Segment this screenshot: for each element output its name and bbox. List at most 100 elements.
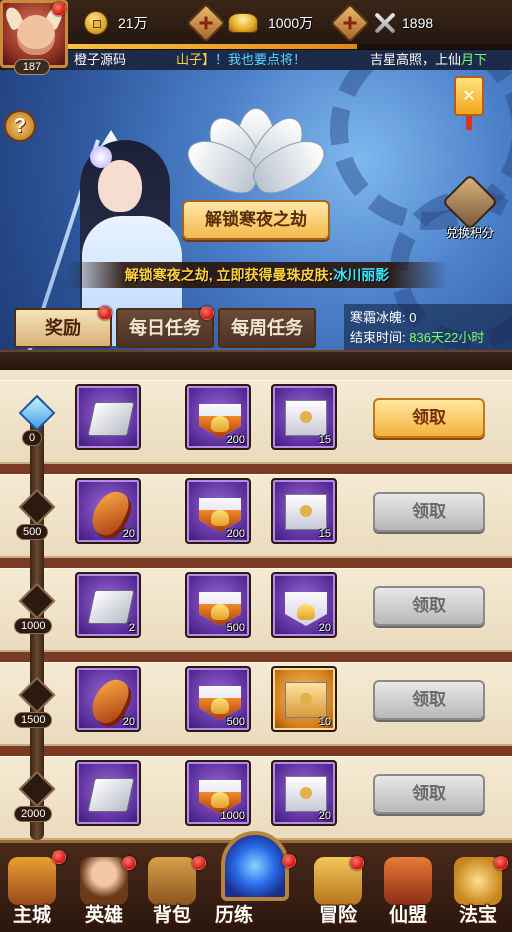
tab-weekly-tasks[interactable]: 每周任务 (218, 308, 316, 348)
event-info: 寒霜冰魄: 0 结束时间: 836天22小时 (344, 304, 512, 350)
unlock-event-button[interactable]: 解锁寒夜之劫 (182, 200, 330, 240)
exp-bar-fill (68, 44, 357, 49)
reward-item-silver-ingot[interactable] (75, 760, 141, 826)
tab-daily-notification-dot (200, 306, 214, 320)
broadcast-marquee-2: 吉星高照，上仙月下 (370, 50, 487, 70)
nav-main-city-notification-dot (52, 850, 66, 864)
add-gold-button[interactable] (330, 3, 370, 43)
reward-item-envelope[interactable]: 15 (271, 478, 337, 544)
envelope-icon (285, 494, 327, 530)
name-bar: 橙子源码 山子】！我也要点将！ 吉星高照，上仙月下 (68, 50, 512, 70)
nav-alliance[interactable]: 仙盟 (376, 847, 440, 932)
item-count: 200 (226, 528, 245, 540)
item-count: 20 (318, 810, 331, 822)
player-level: 187 (14, 59, 50, 75)
milestone-label: 1500 (14, 712, 53, 728)
gold-pouch-icon (199, 498, 241, 532)
envelope-icon (285, 592, 327, 626)
broadcast-marquee: 山子】！我也要点将！ (176, 50, 306, 70)
pavilion-icon (384, 857, 432, 905)
avatar-face (17, 15, 55, 55)
gold-value: 1000万 (268, 15, 314, 31)
nav-label: 冒险 (318, 905, 357, 926)
item-count: 20 (318, 622, 331, 634)
nav-training[interactable]: 历练 (215, 817, 295, 932)
claim-button[interactable]: 领取 (373, 398, 485, 438)
copper-resource: 21万 (84, 9, 148, 37)
reward-item-gold-pouch[interactable]: 500 (185, 572, 251, 638)
marquee-part1: 山子】 (176, 52, 216, 67)
item-count: 20 (122, 716, 135, 728)
reward-item-gold-pouch[interactable]: 200 (185, 384, 251, 450)
hero-portrait-icon (80, 857, 128, 905)
nav-adventure-notification-dot (350, 856, 364, 870)
add-copper-button[interactable] (186, 3, 226, 43)
reward-item-silver-ingot[interactable] (75, 384, 141, 450)
marquee-part4: 月下 (461, 52, 488, 67)
item-count: 500 (226, 622, 245, 634)
reward-item-envelope[interactable]: 15 (271, 384, 337, 450)
nav-label: 历练 (215, 905, 254, 926)
nav-training-notification-dot (282, 854, 296, 868)
tab-rewards-notification-dot (98, 306, 112, 320)
gold-pouch-icon (199, 592, 241, 626)
milestone-label: 0 (22, 430, 43, 446)
reward-item-envelope[interactable]: 20 (271, 572, 337, 638)
reward-item-gold-pouch[interactable]: 500 (185, 666, 251, 732)
silver-ingot-icon (87, 402, 135, 436)
end-time-label: 结束时间: (350, 330, 406, 345)
reward-item-horn[interactable]: 20 (75, 666, 141, 732)
marquee-part2: ！我也要点将！ (215, 52, 307, 67)
reward-item-gold-pouch[interactable]: 200 (185, 478, 251, 544)
promo-banner: 解锁寒夜之劫, 立即获得曼珠皮肤:冰川丽影 (66, 262, 448, 288)
bottom-nav: 主城 英雄 背包 历练 冒险 仙盟 法宝 (0, 831, 512, 932)
copper-coin-icon (84, 11, 108, 35)
avatar-notification-dot (52, 2, 66, 16)
gold-pouch-icon (199, 780, 241, 814)
reward-item-silver-ingot[interactable]: 2 (75, 572, 141, 638)
gold-envelope-icon (285, 682, 327, 718)
silver-ingot-icon (87, 778, 135, 812)
milestone-label: 1000 (14, 618, 53, 634)
palace-icon (8, 857, 56, 905)
exchange-points-button[interactable]: 兑换积分 (440, 173, 500, 242)
power-value: 1898 (402, 15, 434, 31)
item-count: 200 (226, 434, 245, 446)
power-resource: 1898 (372, 9, 433, 37)
help-button[interactable]: ? (4, 110, 36, 142)
milestone-label: 2000 (14, 806, 53, 822)
item-count: 2 (128, 622, 135, 634)
top-bar: 21万 1000万 1898 (0, 0, 512, 50)
envelope-icon (285, 400, 327, 436)
item-count: 10 (318, 716, 331, 728)
nav-label: 英雄 (84, 905, 123, 926)
gold-pouch-icon (199, 404, 241, 438)
nav-heroes-notification-dot (122, 856, 136, 870)
nav-label: 法宝 (458, 905, 497, 926)
reward-item-horn[interactable]: 20 (75, 478, 141, 544)
row-separator (0, 464, 512, 474)
envelope-icon (285, 776, 327, 812)
heroine-face (98, 160, 142, 212)
reward-item-gold-envelope[interactable]: 10 (271, 666, 337, 732)
gold-resource: 1000万 (228, 9, 313, 37)
nav-label: 背包 (152, 905, 191, 926)
promo-text: 解锁寒夜之劫, 立即获得曼珠皮肤: (124, 267, 334, 283)
claim-button-disabled[interactable]: 领取 (373, 492, 485, 532)
nav-label: 主城 (12, 905, 51, 926)
item-count: 500 (226, 716, 245, 728)
silver-lotus-icon (179, 94, 333, 204)
silver-ingot-icon (87, 590, 135, 624)
claim-button-disabled[interactable]: 领取 (373, 774, 485, 814)
claim-button-disabled[interactable]: 领取 (373, 680, 485, 720)
copper-value: 21万 (118, 15, 148, 31)
promo-skin-name: 冰川丽影 (333, 267, 390, 283)
section-divider (0, 350, 512, 370)
end-time-value: 836天22小时 (409, 330, 485, 345)
row-separator (0, 558, 512, 568)
crossed-swords-icon (372, 10, 398, 36)
lantern-icon[interactable] (452, 70, 486, 130)
claim-button-disabled[interactable]: 领取 (373, 586, 485, 626)
row-separator (0, 746, 512, 756)
backpack-icon (148, 857, 196, 905)
